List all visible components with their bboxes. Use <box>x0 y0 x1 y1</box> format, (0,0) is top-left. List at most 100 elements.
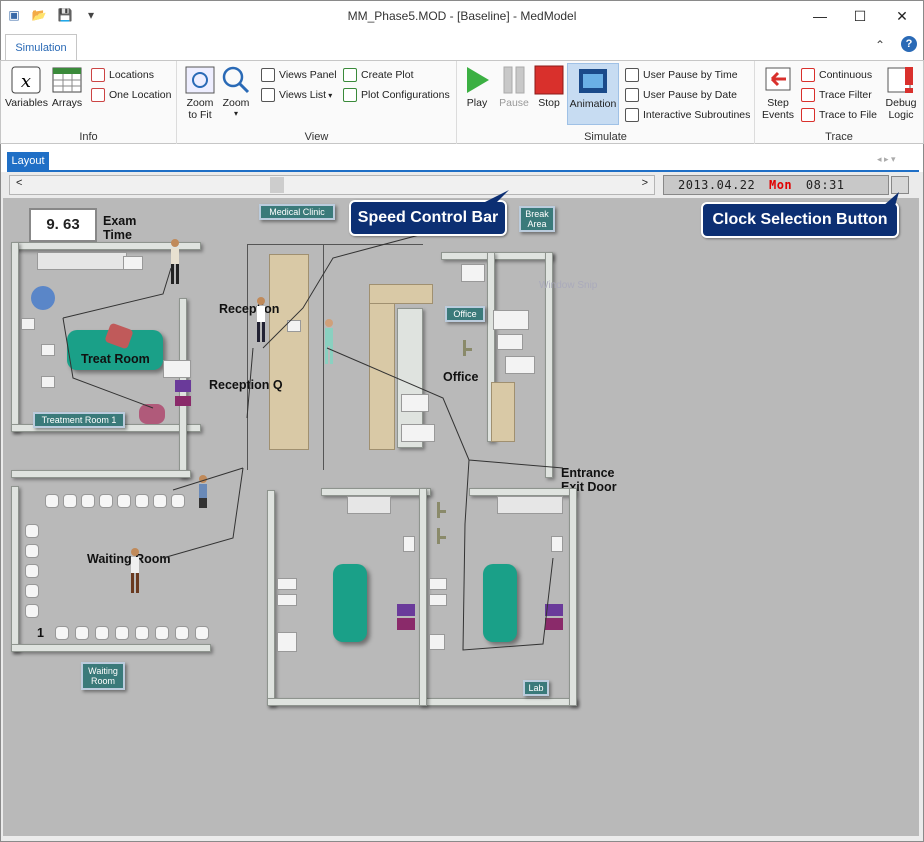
create-plot-button[interactable]: Create Plot <box>343 66 414 84</box>
views-list-button[interactable]: Views List ▾ <box>261 86 332 104</box>
group-view-label: View <box>304 131 329 143</box>
close-button[interactable]: ✕ <box>879 1 924 31</box>
zoom-to-fit-icon <box>184 65 216 95</box>
waiting-room-sign[interactable]: Waiting Room <box>81 662 125 690</box>
clock-date: 2013.04.22 <box>678 178 756 192</box>
locations-icon <box>91 68 105 83</box>
views-panel-button[interactable]: Views Panel <box>261 66 337 84</box>
subroutines-icon <box>625 108 639 123</box>
cabinet <box>401 394 429 412</box>
waiting-chair <box>25 564 39 578</box>
office-desk <box>369 284 433 304</box>
office-sign[interactable]: Office <box>445 306 485 322</box>
waiting-chair <box>99 494 113 508</box>
continuous-icon <box>801 68 815 83</box>
lab-sign[interactable]: Lab <box>523 680 549 696</box>
play-button[interactable]: Play <box>461 65 493 109</box>
wall <box>321 488 431 496</box>
help-icon[interactable]: ? <box>901 36 917 52</box>
speed-control-bar[interactable]: < > <box>9 175 655 195</box>
waiting-chair <box>63 494 77 508</box>
sink <box>403 536 415 552</box>
group-simulate-label: Simulate <box>584 131 627 143</box>
views-panel-icon <box>261 68 275 83</box>
sink <box>123 256 143 270</box>
plot-configurations-button[interactable]: Plot Configurations <box>343 86 450 104</box>
ribbon-tab-row: Simulation ⌃ ? <box>0 30 924 61</box>
one-location-button[interactable]: One Location <box>91 86 171 104</box>
treatment-room-1-sign[interactable]: Treatment Room 1 <box>33 412 125 428</box>
trace-to-file-button[interactable]: Trace to File <box>801 106 877 124</box>
reception-line <box>247 244 248 470</box>
plot-configurations-icon <box>343 88 357 103</box>
waiting-chair <box>117 494 131 508</box>
waiting-chair <box>135 626 149 640</box>
user-pause-by-time-button[interactable]: User Pause by Time <box>625 66 738 84</box>
exam-time-display: 9. 63 <box>29 208 97 242</box>
maximize-button[interactable]: ☐ <box>837 1 883 31</box>
scroll-right-icon[interactable]: > <box>642 177 648 189</box>
monitor <box>163 360 191 378</box>
step-events-icon <box>762 65 794 95</box>
chair-icon <box>437 528 446 544</box>
sink <box>551 536 563 552</box>
window-snip-text: Window Snip <box>539 280 598 291</box>
ribbon: x Variables Arrays Locations One Locatio… <box>0 60 924 145</box>
wall <box>419 488 427 706</box>
waiting-chair <box>95 626 109 640</box>
zoom-dropdown-icon: ▾ <box>233 109 238 118</box>
variables-button[interactable]: x Variables <box>5 65 48 109</box>
waiting-chair <box>25 604 39 618</box>
user-pause-by-date-button[interactable]: User Pause by Date <box>625 86 737 104</box>
animation-button[interactable]: Animation <box>567 63 619 125</box>
collapse-ribbon-icon[interactable]: ⌃ <box>875 38 885 52</box>
waiting-chair <box>171 494 185 508</box>
waiting-chair <box>155 626 169 640</box>
wall <box>469 488 575 496</box>
cabinet <box>497 334 523 350</box>
zoom-to-fit-button[interactable]: Zoom to Fit <box>183 65 217 121</box>
counter <box>37 252 127 270</box>
office-desk <box>369 284 395 450</box>
locations-button[interactable]: Locations <box>91 66 154 84</box>
zoom-button[interactable]: Zoom ▾ <box>219 65 253 118</box>
title-bar: ▣ 📂 💾 ▾ MM_Phase5.MOD - [Baseline] - Med… <box>0 0 924 30</box>
group-trace-label: Trace <box>825 131 853 143</box>
trace-filter-button[interactable]: Trace Filter <box>801 86 872 104</box>
wall <box>11 470 191 478</box>
medical-clinic-sign[interactable]: Medical Clinic <box>259 204 335 220</box>
layout-canvas[interactable]: 9. 63 Exam Time Treat Room Treatment Roo… <box>3 198 919 836</box>
callout-pointer <box>883 192 899 206</box>
clock-day: Mon <box>768 178 793 192</box>
break-area-sign[interactable]: Break Area <box>519 206 555 232</box>
wall <box>441 252 553 260</box>
clock-time: 08:31 <box>805 178 845 192</box>
tab-simulation[interactable]: Simulation <box>5 34 77 61</box>
debug-logic-button[interactable]: Debug Logic <box>883 65 919 121</box>
cart-purple <box>397 618 415 630</box>
continuous-button[interactable]: Continuous <box>801 66 872 84</box>
interactive-subroutines-button[interactable]: Interactive Subroutines <box>625 106 750 124</box>
group-info: x Variables Arrays Locations One Locatio… <box>1 61 177 145</box>
pause-button[interactable]: Pause <box>497 65 531 109</box>
cabinet <box>493 310 529 330</box>
stop-button[interactable]: Stop <box>533 65 565 109</box>
wall <box>11 644 211 652</box>
treat-room-label: Treat Room <box>81 352 150 366</box>
step-events-button[interactable]: Step Events <box>759 65 797 121</box>
layout-area: < > 2013.04.22 Mon 08:31 9. 63 Exam Time… <box>0 172 924 842</box>
waiting-chair <box>195 626 209 640</box>
stop-icon <box>533 65 565 95</box>
arrays-button[interactable]: Arrays <box>49 65 85 109</box>
speed-slider-thumb[interactable] <box>270 177 284 193</box>
svg-text:x: x <box>21 71 31 92</box>
tab-layout[interactable]: Layout <box>7 152 49 172</box>
computer <box>287 320 301 332</box>
scroll-left-icon[interactable]: < <box>16 177 22 189</box>
office-label: Office <box>443 370 479 384</box>
animation-icon <box>577 66 609 96</box>
cart-purple <box>545 618 563 630</box>
waiting-chair <box>55 626 69 640</box>
wall <box>11 486 19 652</box>
tab-scroll-icons[interactable]: ◂ ▸ ▾ <box>877 154 896 165</box>
